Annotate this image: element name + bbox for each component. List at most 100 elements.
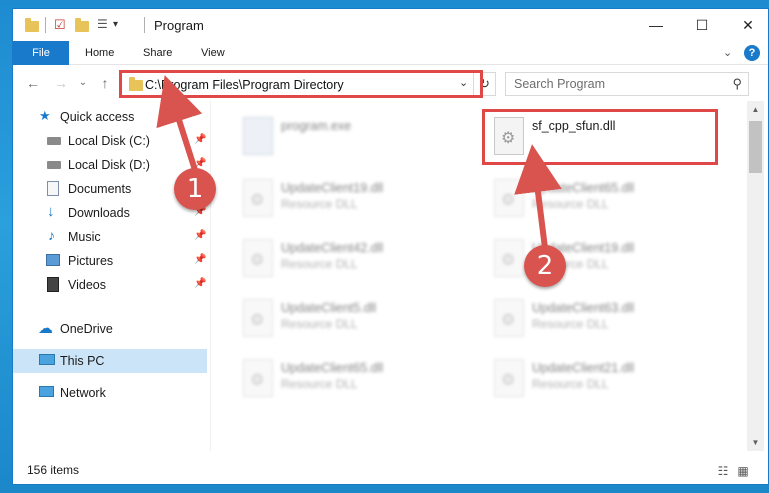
ribbon: File Home Share View ⌄ ? bbox=[13, 41, 768, 65]
forward-button[interactable]: → bbox=[51, 73, 71, 93]
list-item[interactable]: UpdateClient65.dll Resource DLL bbox=[233, 353, 469, 405]
pin-icon[interactable]: 📌 bbox=[194, 278, 206, 289]
new-folder-icon[interactable] bbox=[75, 18, 89, 32]
list-item[interactable]: UpdateClient63.dll Resource DLL bbox=[484, 293, 720, 345]
maximize-button[interactable]: ☐ bbox=[679, 9, 725, 41]
tab-view[interactable]: View bbox=[187, 41, 239, 65]
dll-file-icon bbox=[243, 179, 273, 217]
sidebar-item-videos[interactable]: Videos 📌 bbox=[13, 273, 207, 297]
videos-icon bbox=[47, 277, 59, 292]
search-box[interactable]: ⚲ bbox=[505, 72, 749, 96]
sidebar-item-quick-access[interactable]: ★ Quick access bbox=[13, 105, 207, 129]
scroll-down-icon[interactable]: ▼ bbox=[747, 434, 764, 451]
dll-file-icon bbox=[243, 359, 273, 397]
sidebar-item-label: Downloads bbox=[68, 206, 130, 220]
properties-icon[interactable]: ☑ bbox=[54, 17, 66, 33]
pictures-icon bbox=[46, 254, 60, 266]
list-item[interactable]: program.exe bbox=[233, 111, 469, 163]
window-title: Program bbox=[154, 18, 204, 33]
search-input[interactable] bbox=[514, 76, 714, 92]
title-bar: ☑ ☰ ▾ Program — ☐ ✕ bbox=[13, 9, 768, 41]
file-name: UpdateClient21.dll bbox=[532, 361, 635, 375]
dll-file-icon bbox=[494, 359, 524, 397]
drive-icon bbox=[47, 161, 61, 169]
sidebar-item-label: Network bbox=[60, 386, 106, 400]
file-name: UpdateClient65.dll bbox=[281, 361, 384, 375]
list-item[interactable]: UpdateClient21.dll Resource DLL bbox=[484, 353, 720, 405]
sidebar-item-label: Local Disk (D:) bbox=[68, 158, 150, 172]
recent-locations-button[interactable]: ⌄ bbox=[73, 73, 93, 93]
file-type: Resource DLL bbox=[281, 257, 358, 271]
drive-icon bbox=[47, 137, 61, 145]
sidebar-item-music[interactable]: ♪ Music 📌 bbox=[13, 225, 207, 249]
sidebar-item-label: OneDrive bbox=[60, 322, 113, 336]
sidebar-item-local-disk-d[interactable]: Local Disk (D:) 📌 bbox=[13, 153, 207, 177]
navigation-bar: ← → ⌄ ↑ C:\Program Files\Program Directo… bbox=[13, 65, 768, 101]
chevron-down-icon[interactable]: ▾ bbox=[113, 19, 118, 35]
file-type: Resource DLL bbox=[281, 317, 358, 331]
back-button[interactable]: ← bbox=[23, 73, 43, 93]
dll-file-icon bbox=[243, 239, 273, 277]
sidebar-item-label: Local Disk (C:) bbox=[68, 134, 150, 148]
sidebar-item-pictures[interactable]: Pictures 📌 bbox=[13, 249, 207, 273]
file-name: UpdateClient19.dll bbox=[281, 181, 384, 195]
sidebar-item-this-pc[interactable]: This PC bbox=[13, 349, 207, 373]
sidebar-item-label: Music bbox=[68, 230, 101, 244]
tab-share[interactable]: Share bbox=[129, 41, 186, 65]
scroll-thumb[interactable] bbox=[749, 121, 762, 173]
list-item[interactable]: UpdateClient65.dll Resource DLL bbox=[484, 173, 720, 225]
exe-file-icon bbox=[243, 117, 273, 155]
step-1-badge: 1 bbox=[174, 168, 216, 210]
up-button[interactable]: ↑ bbox=[95, 73, 115, 93]
search-icon[interactable]: ⚲ bbox=[732, 76, 742, 92]
sidebar-item-label: Pictures bbox=[68, 254, 114, 268]
sidebar-item-label: Quick access bbox=[60, 110, 135, 124]
file-type: Resource DLL bbox=[281, 377, 358, 391]
music-icon: ♪ bbox=[48, 227, 55, 243]
star-icon: ★ bbox=[39, 108, 51, 123]
customize-toolbar-icon[interactable]: ☰ bbox=[97, 17, 108, 33]
pin-icon[interactable]: 📌 bbox=[194, 254, 206, 265]
sidebar-item-label: This PC bbox=[60, 354, 105, 368]
sidebar-item-label: Videos bbox=[68, 278, 106, 292]
step-2-badge: 2 bbox=[524, 245, 566, 287]
list-item[interactable]: UpdateClient42.dll Resource DLL bbox=[233, 233, 469, 285]
file-name: UpdateClient42.dll bbox=[281, 241, 384, 255]
sidebar-item-onedrive[interactable]: ☁ OneDrive bbox=[13, 317, 207, 341]
divider bbox=[144, 17, 145, 33]
dll-file-icon bbox=[494, 239, 524, 277]
dll-file-icon bbox=[494, 299, 524, 337]
divider bbox=[45, 17, 46, 33]
address-highlight-box bbox=[119, 70, 483, 98]
close-button[interactable]: ✕ bbox=[725, 9, 768, 41]
expand-ribbon-icon[interactable]: ⌄ bbox=[723, 41, 732, 65]
large-icons-view-icon[interactable]: ▦ bbox=[735, 463, 751, 479]
scroll-up-icon[interactable]: ▲ bbox=[747, 101, 764, 118]
explorer-window: ☑ ☰ ▾ Program — ☐ ✕ File Home Share View… bbox=[12, 8, 769, 485]
pin-icon[interactable]: 📌 bbox=[194, 134, 206, 145]
cloud-icon: ☁ bbox=[38, 320, 53, 337]
vertical-scrollbar[interactable]: ▲ ▼ bbox=[747, 101, 764, 451]
list-item[interactable]: UpdateClient5.dll Resource DLL bbox=[233, 293, 469, 345]
list-item[interactable]: UpdateClient19.dll Resource DLL bbox=[233, 173, 469, 225]
details-view-icon[interactable]: ☷ bbox=[715, 463, 731, 479]
file-list: program.exe sf_cpp_sfun.dll UpdateClient… bbox=[210, 101, 747, 451]
file-type: Resource DLL bbox=[532, 197, 609, 211]
help-icon[interactable]: ? bbox=[744, 45, 760, 61]
file-name: UpdateClient65.dll bbox=[532, 181, 635, 195]
list-item[interactable]: UpdateClient19.dll Resource DLL bbox=[484, 233, 720, 285]
file-name: UpdateClient5.dll bbox=[281, 301, 377, 315]
sidebar-item-network[interactable]: Network bbox=[13, 381, 207, 405]
file-type: Resource DLL bbox=[281, 197, 358, 211]
sidebar-item-local-disk-c[interactable]: Local Disk (C:) 📌 bbox=[13, 129, 207, 153]
navigation-pane: ★ Quick access Local Disk (C:) 📌 Local D… bbox=[13, 101, 210, 451]
tab-file[interactable]: File bbox=[13, 41, 69, 65]
minimize-button[interactable]: — bbox=[633, 9, 679, 41]
sidebar-item-downloads[interactable]: ↓ Downloads 📌 bbox=[13, 201, 207, 225]
download-icon: ↓ bbox=[47, 203, 55, 220]
file-type: Resource DLL bbox=[532, 377, 609, 391]
file-highlight-box bbox=[482, 109, 718, 165]
tab-home[interactable]: Home bbox=[71, 41, 128, 65]
pin-icon[interactable]: 📌 bbox=[194, 230, 206, 241]
documents-icon bbox=[47, 181, 59, 196]
